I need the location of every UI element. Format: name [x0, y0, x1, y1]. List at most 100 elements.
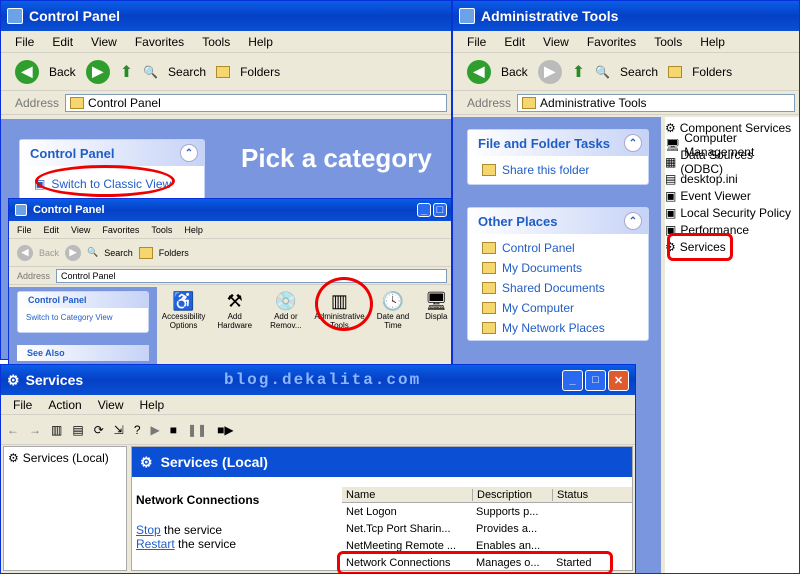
minimize-icon[interactable]: _: [417, 203, 431, 217]
address-input[interactable]: Control Panel: [65, 93, 447, 112]
other-place-label[interactable]: Control Panel: [502, 241, 575, 255]
other-place-label[interactable]: My Documents: [502, 261, 582, 275]
forward-arrow-icon[interactable]: →: [29, 423, 41, 437]
maximize-icon[interactable]: □: [433, 203, 447, 217]
menu-file[interactable]: File: [17, 225, 32, 235]
menu-file[interactable]: File: [13, 398, 32, 412]
menu-help[interactable]: Help: [700, 35, 725, 49]
search-icon[interactable]: 🔍: [595, 65, 610, 79]
menu-view[interactable]: View: [543, 35, 569, 49]
export-list-icon[interactable]: ⇲: [114, 423, 124, 437]
back-arrow-icon[interactable]: ←: [7, 423, 19, 437]
column-status[interactable]: Status: [552, 488, 614, 501]
search-icon[interactable]: 🔍: [143, 65, 158, 79]
menu-favorites[interactable]: Favorites: [102, 225, 139, 235]
menu-edit[interactable]: Edit: [44, 225, 60, 235]
menu-file[interactable]: File: [467, 35, 486, 49]
share-folder-label[interactable]: Share this folder: [502, 163, 589, 177]
up-folder-icon[interactable]: ⬆: [120, 62, 133, 82]
menu-tools[interactable]: Tools: [202, 35, 230, 49]
close-icon[interactable]: ✕: [608, 369, 629, 391]
other-place-label[interactable]: My Network Places: [502, 321, 605, 335]
collapse-chevron-icon[interactable]: ⌃: [624, 212, 642, 230]
menu-help[interactable]: Help: [248, 35, 273, 49]
maximize-icon[interactable]: □: [585, 369, 606, 391]
file-event-viewer[interactable]: ▣ Event Viewer: [665, 187, 799, 204]
menu-view[interactable]: View: [98, 398, 124, 412]
folders-icon[interactable]: [216, 65, 231, 78]
pause-service-icon[interactable]: ❚❚: [187, 423, 207, 437]
back-arrow-icon[interactable]: ◀: [17, 244, 33, 261]
menu-help[interactable]: Help: [184, 225, 203, 235]
table-row[interactable]: Net.Tcp Port Sharin... Provides a...: [342, 520, 632, 537]
stop-service-link[interactable]: Stop: [136, 523, 161, 537]
folders-icon[interactable]: [668, 65, 683, 78]
title-bar[interactable]: Control Panel: [1, 1, 451, 31]
table-row[interactable]: Net Logon Supports p...: [342, 503, 632, 520]
icon-display[interactable]: 🖥 Displa: [422, 291, 451, 330]
other-place-my-computer[interactable]: My Computer: [482, 298, 648, 318]
other-place-my-network-places[interactable]: My Network Places: [482, 318, 648, 338]
other-place-label[interactable]: My Computer: [502, 301, 574, 315]
menu-view[interactable]: View: [71, 225, 90, 235]
help-icon[interactable]: ?: [134, 423, 141, 437]
other-place-label[interactable]: Shared Documents: [502, 281, 605, 295]
menu-edit[interactable]: Edit: [52, 35, 73, 49]
back-label[interactable]: Back: [501, 65, 528, 79]
start-service-icon[interactable]: ▶: [151, 423, 160, 437]
back-label[interactable]: Back: [39, 248, 59, 258]
stop-service-icon[interactable]: ■: [170, 423, 177, 437]
menu-help[interactable]: Help: [140, 398, 165, 412]
collapse-chevron-icon[interactable]: ⌃: [180, 144, 198, 162]
up-folder-icon[interactable]: ⬆: [572, 62, 585, 82]
menu-file[interactable]: File: [15, 35, 34, 49]
search-label[interactable]: Search: [620, 65, 658, 79]
file-local-security-policy[interactable]: ▣ Local Security Policy: [665, 204, 799, 221]
properties-icon[interactable]: ▤: [72, 423, 83, 437]
file-data-sources[interactable]: ▦ Data Sources (ODBC): [665, 148, 799, 176]
menu-tools[interactable]: Tools: [151, 225, 172, 235]
folders-label[interactable]: Folders: [240, 65, 280, 79]
restart-service-icon[interactable]: ■▶: [217, 423, 233, 437]
menu-favorites[interactable]: Favorites: [135, 35, 184, 49]
forward-arrow-icon[interactable]: ▶: [65, 244, 82, 261]
folders-icon[interactable]: [138, 246, 153, 259]
show-hide-tree-icon[interactable]: ▥: [51, 423, 62, 437]
other-place-control-panel[interactable]: Control Panel: [482, 238, 648, 258]
title-bar[interactable]: Administrative Tools: [453, 1, 799, 31]
back-label[interactable]: Back: [49, 65, 76, 79]
collapse-chevron-icon[interactable]: ⌃: [624, 134, 642, 152]
back-arrow-icon[interactable]: ◀: [15, 59, 39, 84]
switch-view-link[interactable]: Switch to Category View: [18, 308, 148, 326]
menu-tools[interactable]: Tools: [654, 35, 682, 49]
folders-label[interactable]: Folders: [159, 248, 189, 258]
menu-view[interactable]: View: [91, 35, 117, 49]
title-bar[interactable]: Control Panel _ □: [9, 199, 451, 221]
menu-edit[interactable]: Edit: [504, 35, 525, 49]
icon-add-remove-programs[interactable]: 💿 Add or Remov...: [263, 291, 308, 330]
column-name[interactable]: Name: [342, 489, 472, 501]
menu-action[interactable]: Action: [48, 398, 81, 412]
icon-add-hardware[interactable]: ⚒ Add Hardware: [212, 291, 257, 330]
title-bar[interactable]: ⚙ Services blog.dekalita.com _ □ ✕: [1, 365, 635, 395]
other-place-shared-documents[interactable]: Shared Documents: [482, 278, 648, 298]
address-input[interactable]: Administrative Tools: [517, 93, 795, 112]
switch-view-label[interactable]: Switch to Category View: [26, 313, 113, 322]
icon-date-time[interactable]: 🕓 Date and Time: [370, 291, 415, 330]
other-place-my-documents[interactable]: My Documents: [482, 258, 648, 278]
tree-item-services-local[interactable]: ⚙ Services (Local): [8, 451, 122, 465]
icon-accessibility-options[interactable]: ♿ Accessibility Options: [161, 291, 206, 330]
back-arrow-icon[interactable]: ◀: [467, 59, 491, 84]
column-description[interactable]: Description: [472, 488, 552, 501]
address-input[interactable]: Control Panel: [56, 268, 447, 283]
share-folder-link[interactable]: Share this folder: [468, 160, 648, 180]
search-label[interactable]: Search: [168, 65, 206, 79]
search-icon[interactable]: 🔍: [87, 247, 98, 258]
search-label[interactable]: Search: [104, 248, 133, 258]
minimize-icon[interactable]: _: [562, 369, 583, 391]
refresh-icon[interactable]: ⟳: [94, 423, 104, 437]
forward-arrow-icon[interactable]: ▶: [537, 59, 562, 84]
menu-favorites[interactable]: Favorites: [587, 35, 636, 49]
forward-arrow-icon[interactable]: ▶: [85, 59, 110, 84]
folders-label[interactable]: Folders: [692, 65, 732, 79]
